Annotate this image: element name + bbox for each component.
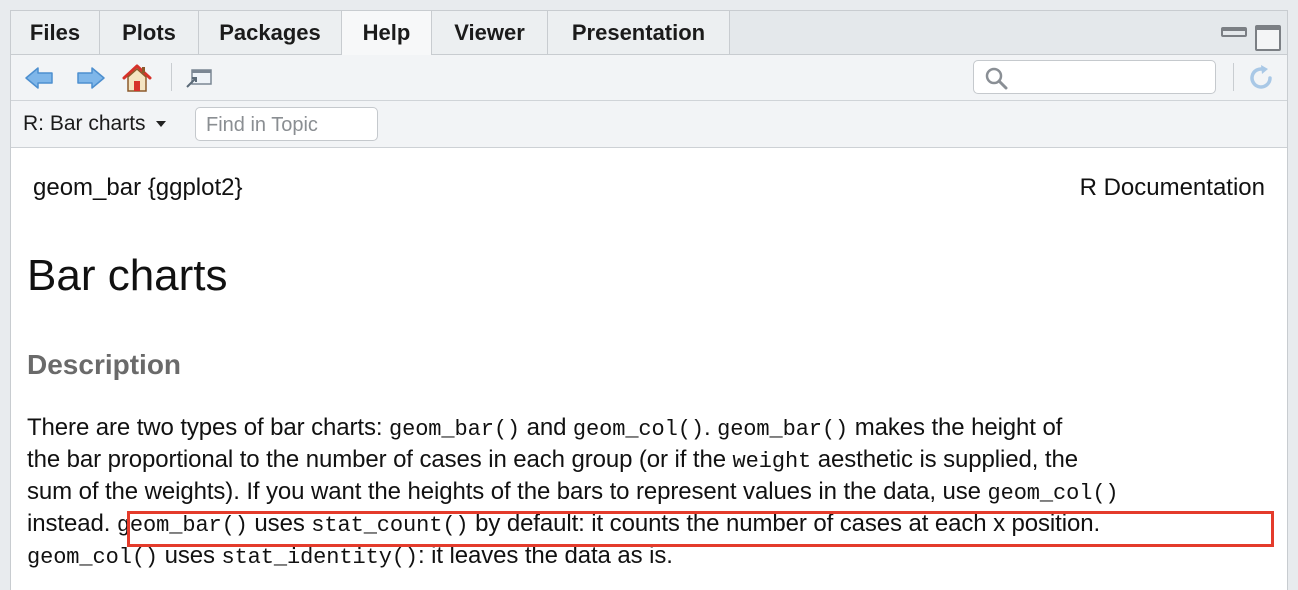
code-span: geom_col() <box>27 545 159 570</box>
maximize-pane-icon[interactable] <box>1255 25 1281 51</box>
chevron-down-icon <box>155 121 166 128</box>
text-span: makes the height of <box>848 414 1063 441</box>
find-in-topic-box <box>195 107 378 141</box>
text-span: There are two types of bar charts: <box>27 414 389 441</box>
description-line: sum of the weights). If you want the hei… <box>27 478 1119 506</box>
forward-arrow-icon[interactable] <box>75 62 107 94</box>
topic-bar: R: Bar charts <box>11 101 1287 148</box>
tab-viewer[interactable]: Viewer <box>432 11 548 54</box>
package-label: geom_bar {ggplot2} <box>33 174 243 201</box>
code-span: geom_bar() <box>717 417 849 442</box>
code-span: geom_col() <box>572 417 704 442</box>
tab-packages[interactable]: Packages <box>199 11 342 54</box>
text-span: and <box>520 414 573 441</box>
code-span: geom_bar() <box>389 417 521 442</box>
help-search-input[interactable] <box>1014 65 1213 91</box>
text-span: sum of the weights). If you want the hei… <box>27 478 988 505</box>
tab-help[interactable]: Help <box>342 11 432 55</box>
tab-plots[interactable]: Plots <box>100 11 199 54</box>
tab-presentation[interactable]: Presentation <box>548 11 730 54</box>
show-in-new-window-icon[interactable] <box>183 62 215 94</box>
search-icon <box>985 67 1008 90</box>
description-line: There are two types of bar charts: geom_… <box>27 414 1062 442</box>
help-content: geom_bar {ggplot2} R Documentation Bar c… <box>11 148 1287 590</box>
page-title: Bar charts <box>27 251 228 300</box>
help-search-box <box>973 60 1216 94</box>
text-span: aesthetic is supplied, the <box>811 446 1078 473</box>
topic-dropdown[interactable]: R: Bar charts <box>23 111 166 137</box>
topic-dropdown-label: R: Bar charts <box>23 112 146 135</box>
highlight-box <box>127 511 1274 547</box>
home-icon[interactable] <box>121 62 153 94</box>
minimize-pane-icon[interactable] <box>1221 27 1247 37</box>
text-span: instead. <box>27 510 117 537</box>
refresh-icon[interactable] <box>1245 62 1277 94</box>
back-arrow-icon[interactable] <box>23 62 55 94</box>
code-span: geom_col() <box>987 481 1119 506</box>
tab-files[interactable]: Files <box>11 11 100 54</box>
text-span: . <box>703 414 718 441</box>
text-span: the bar proportional to the number of ca… <box>27 446 733 473</box>
toolbar-separator <box>1233 63 1234 91</box>
description-line: the bar proportional to the number of ca… <box>27 446 1078 474</box>
code-span: weight <box>732 449 812 474</box>
help-toolbar <box>11 55 1287 101</box>
r-documentation-label: R Documentation <box>1079 174 1265 201</box>
find-in-topic-input[interactable] <box>204 112 373 138</box>
code-span: stat_identity() <box>221 545 419 570</box>
window-controls <box>1187 11 1287 55</box>
tab-bar: Files Plots Packages Help Viewer Present… <box>11 11 1287 55</box>
section-heading-description: Description <box>27 349 182 380</box>
toolbar-separator <box>171 63 172 91</box>
help-pane: Files Plots Packages Help Viewer Present… <box>10 10 1288 590</box>
